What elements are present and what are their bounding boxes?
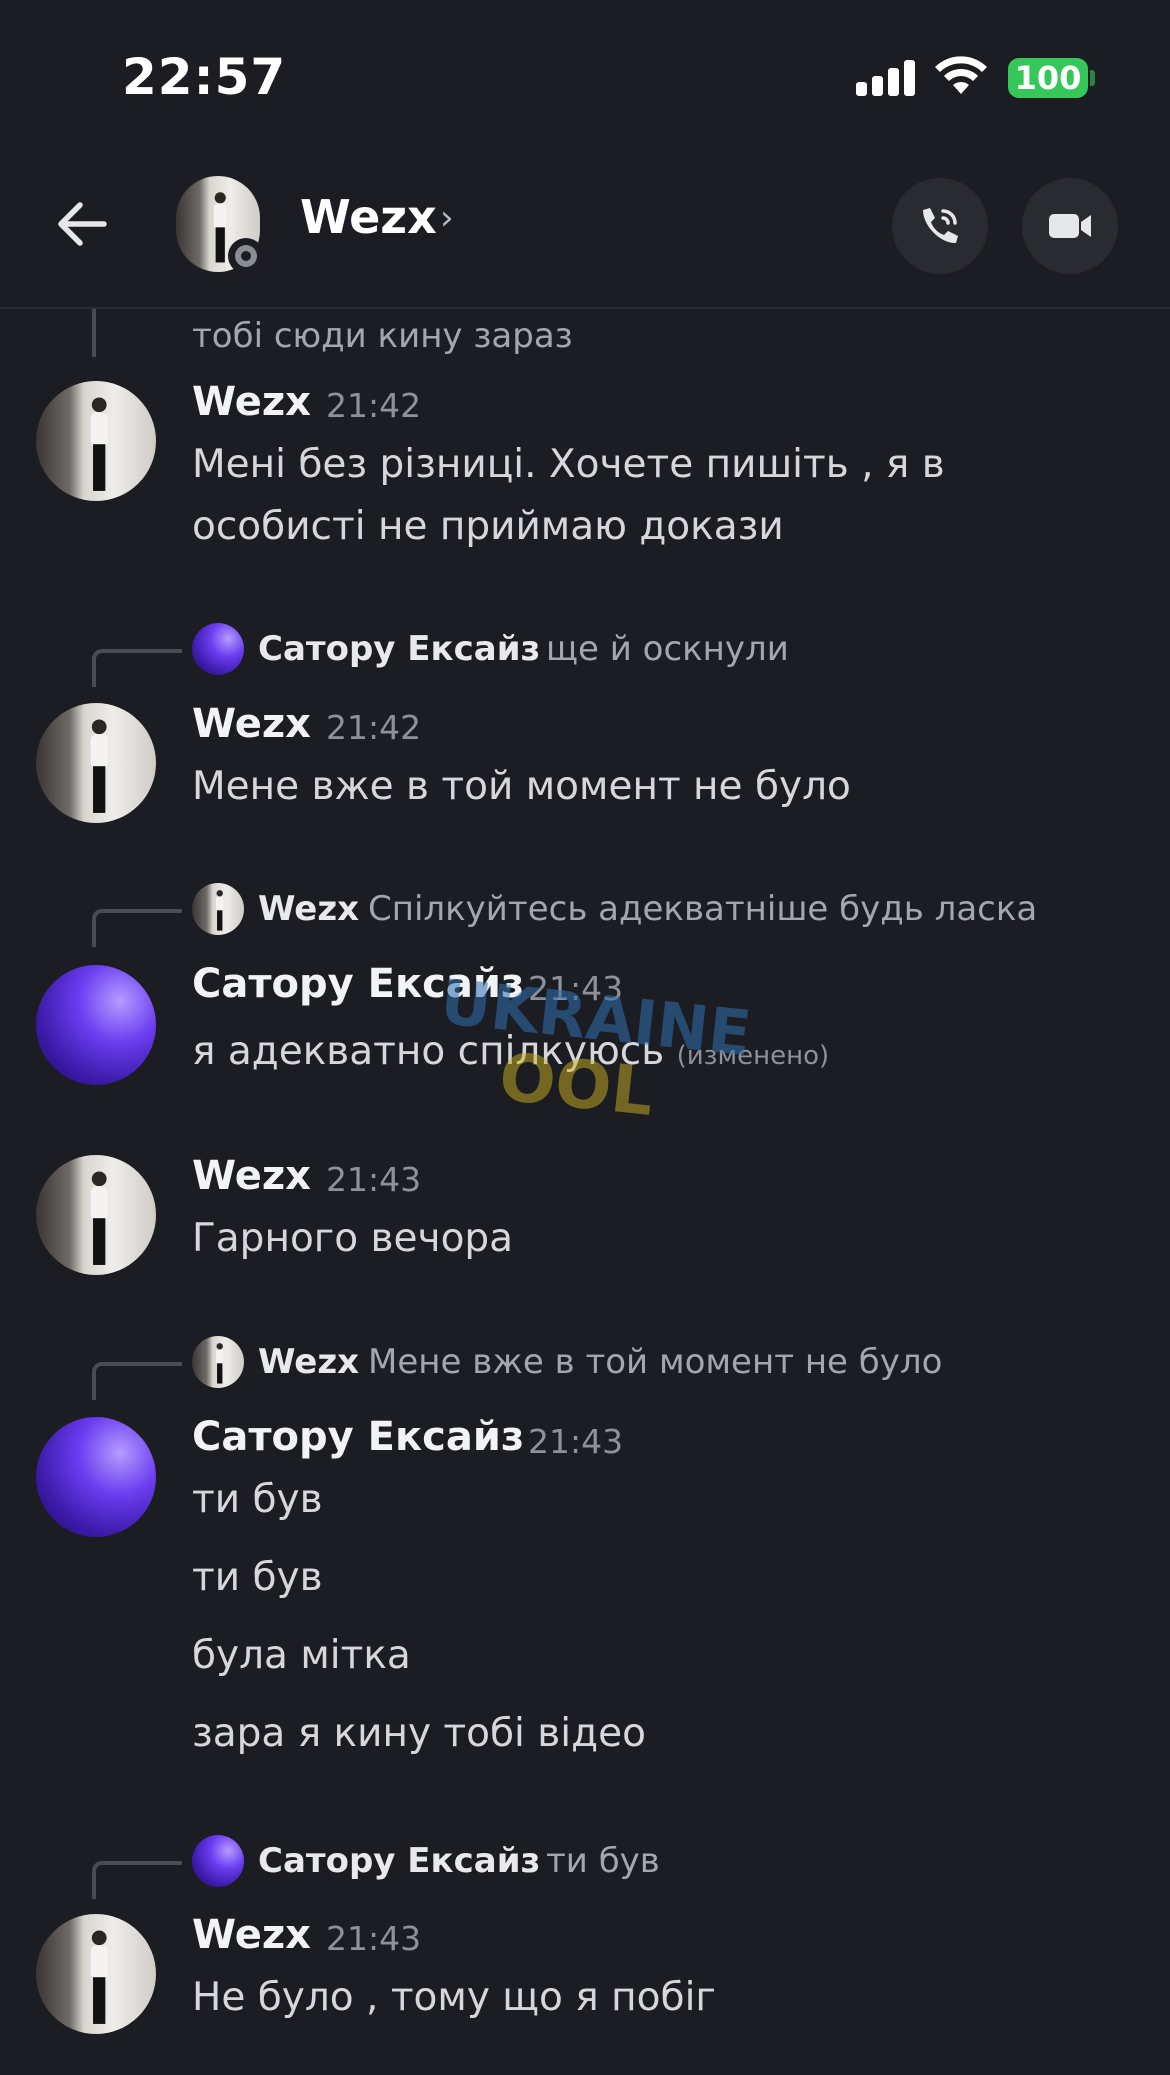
thread-line (92, 309, 96, 357)
message-text: я адекватно спілкуюсь (изменено) (192, 1021, 829, 1087)
message-body: я адекватно спілкуюсь (192, 1029, 665, 1074)
message-text: ти був (192, 1477, 323, 1522)
message-text: тобі сюди кину зараз (192, 316, 573, 356)
video-call-button[interactable] (1022, 178, 1118, 274)
reply-connector (92, 649, 182, 687)
message-text: ти був (192, 1555, 323, 1600)
message-username[interactable]: Wezx (192, 379, 311, 425)
message-text: була мітка (192, 1633, 411, 1678)
message-list[interactable]: тобі сюди кину зараз Wezx 21:42 Мені без… (0, 309, 1170, 2075)
avatar[interactable] (36, 703, 156, 823)
cellular-signal-icon (856, 58, 916, 96)
reply-username[interactable]: Сатору Ексайз (258, 629, 540, 669)
message-text: Мені без різниці. Хочете пишіть , я в (192, 442, 945, 487)
message-username[interactable]: Сатору Ексайз (192, 961, 524, 1007)
message-text: Не було , тому що я побіг (192, 1975, 716, 2020)
reply-preview[interactable]: Мене вже в той момент не було (368, 1342, 942, 1382)
status-indicator (228, 238, 264, 274)
voice-call-button[interactable] (892, 178, 988, 274)
message-timestamp: 21:43 (528, 969, 624, 1008)
message-timestamp: 21:42 (326, 708, 422, 747)
status-bar: 22:57 100 (0, 0, 1170, 150)
reply-preview[interactable]: ти був (546, 1841, 660, 1881)
message-text: особисті не приймаю докази (192, 504, 784, 549)
battery-tip (1090, 70, 1095, 86)
reply-username[interactable]: Wezx (258, 1342, 359, 1382)
reply-avatar (192, 1835, 244, 1887)
message-timestamp: 21:43 (326, 1160, 422, 1199)
back-arrow-icon[interactable] (52, 192, 116, 256)
message-timestamp: 21:43 (528, 1422, 624, 1461)
phone-call-icon (923, 208, 958, 244)
avatar-figure (214, 191, 227, 262)
avatar[interactable] (36, 965, 156, 1085)
avatar[interactable] (36, 1417, 156, 1537)
avatar[interactable] (36, 381, 156, 501)
edited-label: (изменено) (676, 1041, 830, 1071)
status-time: 22:57 (122, 48, 287, 106)
message-username[interactable]: Wezx (192, 1153, 311, 1199)
chat-header: Wezx › (0, 150, 1170, 309)
message-text: Мене вже в той момент не було (192, 764, 851, 809)
chevron-right-icon[interactable]: › (440, 198, 454, 238)
message-timestamp: 21:42 (326, 386, 422, 425)
message-username[interactable]: Сатору Ексайз (192, 1414, 524, 1460)
wifi-icon (935, 56, 987, 94)
message-username[interactable]: Wezx (192, 1912, 311, 1958)
avatar[interactable] (36, 1914, 156, 2034)
reply-preview[interactable]: Спілкуйтесь адекватніше будь ласка (368, 889, 1037, 929)
reply-preview[interactable]: ще й оскнули (546, 629, 789, 669)
message-text: Гарного вечора (192, 1216, 514, 1261)
reply-connector (92, 1861, 182, 1899)
reply-connector (92, 909, 182, 947)
message-text: зара я кину тобі відео (192, 1711, 646, 1756)
chat-title[interactable]: Wezx (300, 190, 437, 244)
reply-avatar (192, 1336, 244, 1388)
reply-avatar (192, 883, 244, 935)
message-timestamp: 21:43 (326, 1919, 422, 1958)
message-username[interactable]: Wezx (192, 701, 311, 747)
reply-username[interactable]: Сатору Ексайз (258, 1841, 540, 1881)
battery-indicator: 100 (1008, 58, 1088, 98)
reply-username[interactable]: Wezx (258, 889, 359, 929)
video-camera-icon (1049, 214, 1091, 238)
avatar[interactable] (36, 1155, 156, 1275)
reply-avatar (192, 623, 244, 675)
reply-connector (92, 1362, 182, 1400)
